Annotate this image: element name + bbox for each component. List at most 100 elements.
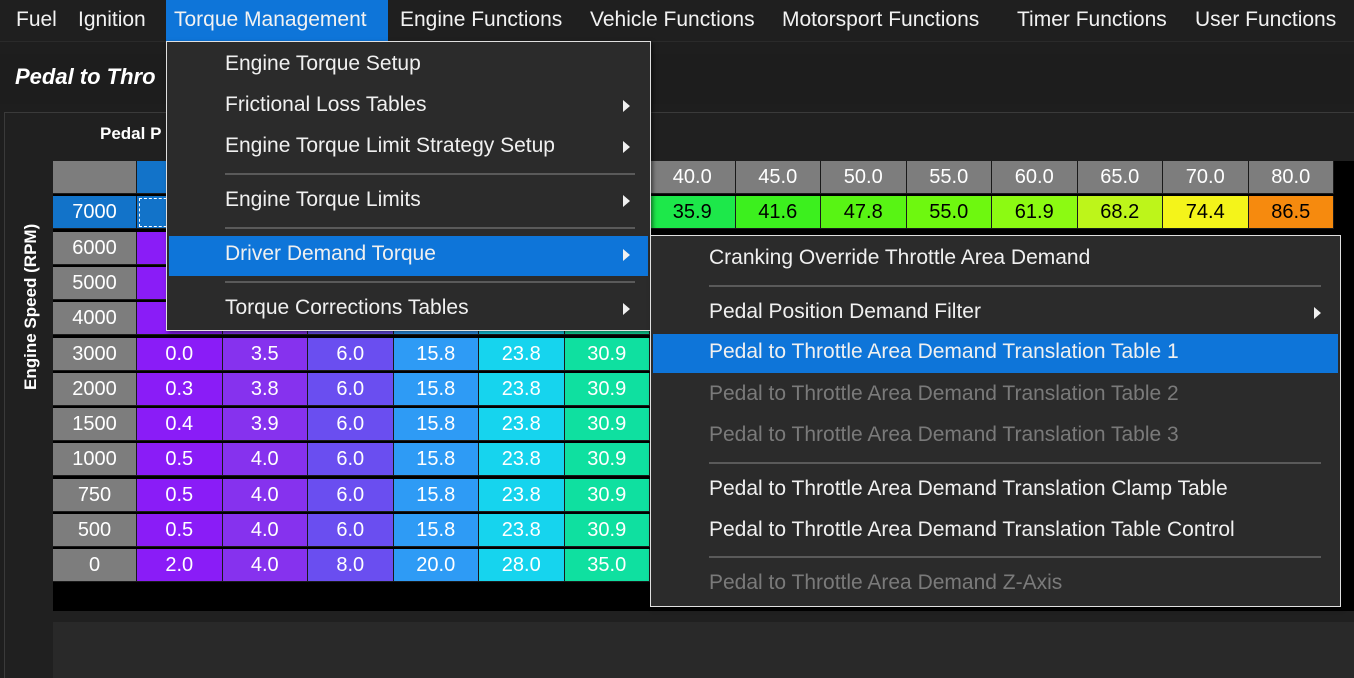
menu-item-engine-torque-setup[interactable]: Engine Torque Setup	[167, 46, 650, 84]
table-cell[interactable]: 68.2	[1077, 196, 1163, 230]
menu-ignition[interactable]: Ignition	[70, 0, 154, 42]
chevron-right-icon	[623, 303, 630, 315]
menu-item-label: Engine Torque Limit Strategy Setup	[225, 134, 555, 157]
table-cell[interactable]: 0.3	[137, 372, 223, 406]
table-cell[interactable]: 6.0	[308, 514, 394, 547]
table-cell[interactable]: 15.8	[393, 443, 479, 477]
menu-item-driver-demand-torque[interactable]: Driver Demand Torque	[169, 236, 648, 276]
table-cell[interactable]: 6.0	[308, 478, 394, 512]
table-cell[interactable]: 0.5	[137, 443, 223, 477]
table-cell[interactable]: 15.8	[393, 514, 479, 547]
table-cell[interactable]: 23.8	[479, 337, 565, 371]
table-cell[interactable]: 6.0	[308, 337, 394, 371]
column-header[interactable]: 80.0	[1248, 161, 1334, 194]
menu-item-label: Pedal to Throttle Area Demand Translatio…	[709, 477, 1228, 500]
table-cell[interactable]: 6.0	[308, 408, 394, 442]
table-cell[interactable]: 23.8	[479, 514, 565, 547]
table-cell[interactable]: 35.9	[650, 196, 736, 230]
menu-torque-management[interactable]: Torque Management	[166, 0, 388, 42]
table-cell[interactable]: 15.8	[393, 478, 479, 512]
table-cell[interactable]: 6.0	[308, 443, 394, 477]
menu-user-functions[interactable]: User Functions	[1187, 0, 1344, 42]
row-header[interactable]: 3000	[53, 337, 137, 371]
table-cell[interactable]: 86.5	[1248, 196, 1334, 230]
table-cell[interactable]: 23.8	[479, 372, 565, 406]
menu-fuel[interactable]: Fuel	[8, 0, 65, 42]
table-cell[interactable]: 30.9	[564, 514, 650, 547]
menu-item-label: Cranking Override Throttle Area Demand	[709, 246, 1091, 269]
column-header[interactable]: 55.0	[906, 161, 992, 194]
menu-item-pedal-position-demand-filter[interactable]: Pedal Position Demand Filter	[651, 294, 1340, 332]
table-cell[interactable]: 0.4	[137, 408, 223, 442]
y-axis-title: Engine Speed (RPM)	[21, 223, 40, 390]
row-header[interactable]: 1000	[53, 443, 137, 477]
table-cell[interactable]: 74.4	[1163, 196, 1249, 230]
menu-item-translation-table-control[interactable]: Pedal to Throttle Area Demand Translatio…	[651, 512, 1340, 550]
table-cell[interactable]: 15.8	[393, 408, 479, 442]
menu-item-translation-table-2[interactable]: Pedal to Throttle Area Demand Translatio…	[651, 376, 1340, 414]
menu-vehicle-functions[interactable]: Vehicle Functions	[582, 0, 763, 42]
table-cell[interactable]: 30.9	[564, 478, 650, 512]
menu-separator	[225, 281, 635, 283]
table-cell[interactable]: 0.5	[137, 478, 223, 512]
table-cell[interactable]: 6.0	[308, 372, 394, 406]
menu-item-translation-table-3[interactable]: Pedal to Throttle Area Demand Translatio…	[651, 417, 1340, 455]
table-cell[interactable]: 2.0	[137, 549, 223, 583]
column-header[interactable]: 60.0	[992, 161, 1078, 194]
menu-item-cranking-override[interactable]: Cranking Override Throttle Area Demand	[651, 240, 1340, 278]
column-header[interactable]: 45.0	[735, 161, 821, 194]
table-footer	[53, 622, 1354, 678]
menu-item-engine-torque-limit-strategy-setup[interactable]: Engine Torque Limit Strategy Setup	[167, 128, 650, 166]
table-cell[interactable]: 3.5	[222, 337, 308, 371]
table-cell[interactable]: 55.0	[906, 196, 992, 230]
table-cell[interactable]: 47.8	[821, 196, 907, 230]
row-header[interactable]: 500	[53, 514, 137, 547]
row-header[interactable]: 2000	[53, 372, 137, 406]
table-cell[interactable]: 4.0	[222, 478, 308, 512]
table-cell[interactable]: 23.8	[479, 443, 565, 477]
column-header[interactable]: 65.0	[1077, 161, 1163, 194]
row-header[interactable]: 7000	[53, 196, 137, 230]
table-cell[interactable]: 4.0	[222, 549, 308, 583]
table-cell[interactable]: 20.0	[393, 549, 479, 583]
menu-timer-functions[interactable]: Timer Functions	[1009, 0, 1175, 42]
menu-item-label: Engine Torque Limits	[225, 188, 421, 211]
menu-item-frictional-loss-tables[interactable]: Frictional Loss Tables	[167, 87, 650, 125]
column-header[interactable]: 40.0	[650, 161, 736, 194]
row-header[interactable]: 750	[53, 478, 137, 512]
column-header[interactable]: 70.0	[1163, 161, 1249, 194]
column-header[interactable]: 50.0	[821, 161, 907, 194]
table-cell[interactable]: 3.8	[222, 372, 308, 406]
table-cell[interactable]: 30.9	[564, 337, 650, 371]
row-header[interactable]: 0	[53, 549, 137, 583]
table-cell[interactable]: 8.0	[308, 549, 394, 583]
menu-item-translation-clamp-table[interactable]: Pedal to Throttle Area Demand Translatio…	[651, 471, 1340, 509]
menu-item-engine-torque-limits[interactable]: Engine Torque Limits	[167, 182, 650, 220]
table-cell[interactable]: 15.8	[393, 372, 479, 406]
table-cell[interactable]: 61.9	[992, 196, 1078, 230]
menu-item-translation-table-1[interactable]: Pedal to Throttle Area Demand Translatio…	[653, 334, 1338, 373]
table-cell[interactable]: 23.8	[479, 478, 565, 512]
table-cell[interactable]: 23.8	[479, 408, 565, 442]
row-header[interactable]: 4000	[53, 302, 137, 336]
menu-item-z-axis[interactable]: Pedal to Throttle Area Demand Z-Axis	[651, 565, 1340, 603]
table-cell[interactable]: 4.0	[222, 514, 308, 547]
table-cell[interactable]: 15.8	[393, 337, 479, 371]
menu-motorsport-functions[interactable]: Motorsport Functions	[774, 0, 987, 42]
table-cell[interactable]: 30.9	[564, 443, 650, 477]
row-header[interactable]: 5000	[53, 266, 137, 300]
table-cell[interactable]: 41.6	[735, 196, 821, 230]
table-cell[interactable]: 0.0	[137, 337, 223, 371]
torque-management-menu: Engine Torque Setup Frictional Loss Tabl…	[166, 41, 651, 331]
table-cell[interactable]: 30.9	[564, 408, 650, 442]
table-cell[interactable]: 28.0	[479, 549, 565, 583]
row-header[interactable]: 1500	[53, 408, 137, 442]
menu-item-torque-corrections-tables[interactable]: Torque Corrections Tables	[167, 290, 650, 328]
table-cell[interactable]: 4.0	[222, 443, 308, 477]
menu-engine-functions[interactable]: Engine Functions	[392, 0, 570, 42]
table-cell[interactable]: 0.5	[137, 514, 223, 547]
table-cell[interactable]: 30.9	[564, 372, 650, 406]
row-header[interactable]: 6000	[53, 231, 137, 265]
table-cell[interactable]: 3.9	[222, 408, 308, 442]
table-cell[interactable]: 35.0	[564, 549, 650, 583]
